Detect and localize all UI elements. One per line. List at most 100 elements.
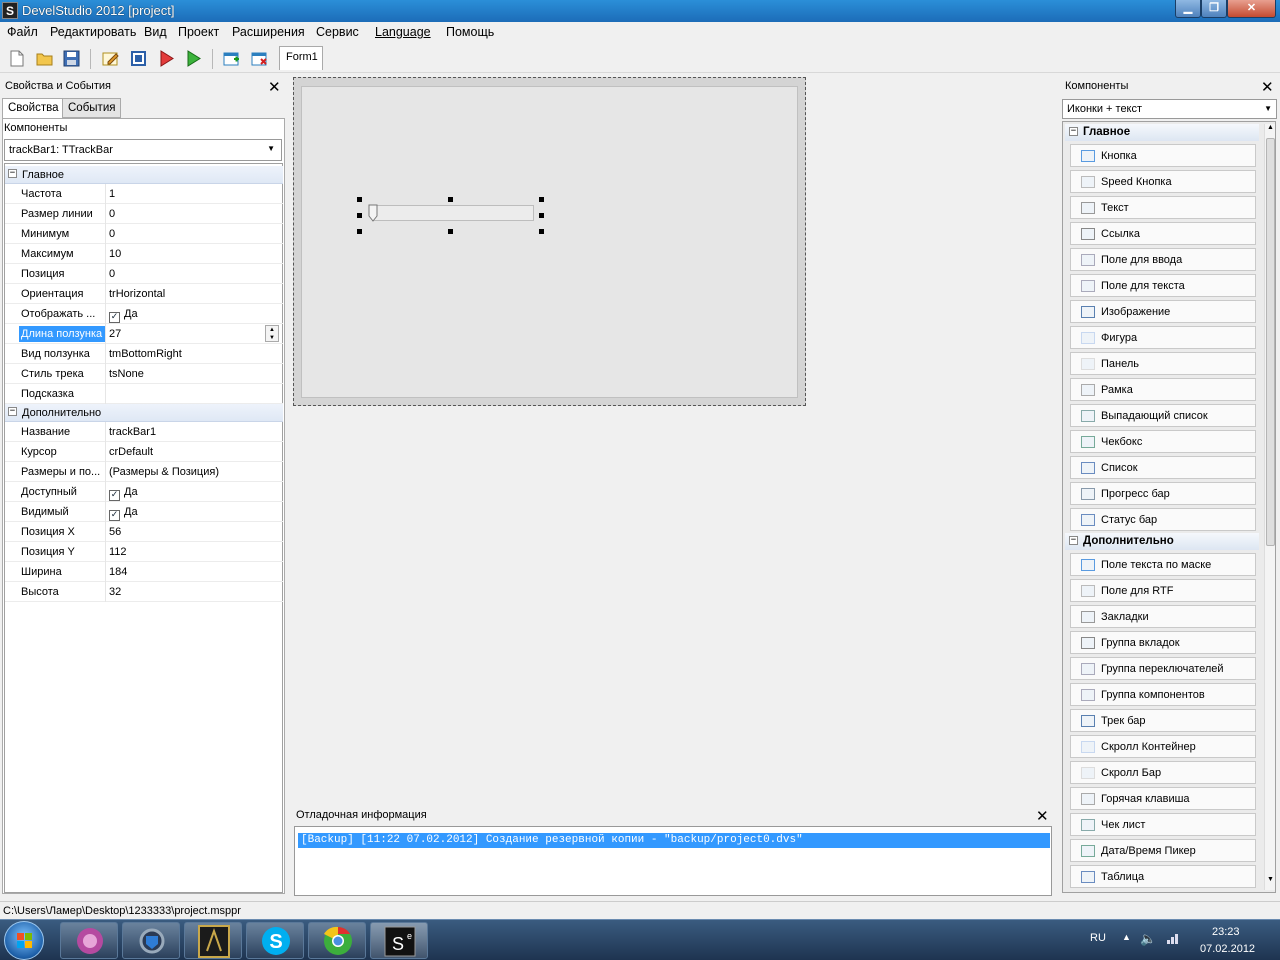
palette-item[interactable]: Скролл Бар: [1070, 761, 1256, 784]
palette-item[interactable]: Горячая клавиша: [1070, 787, 1256, 810]
open-folder-icon[interactable]: [36, 50, 53, 67]
palette-item[interactable]: Чек лист: [1070, 813, 1256, 836]
property-value[interactable]: crDefault: [109, 446, 153, 458]
property-row[interactable]: Стиль трека tsNone: [5, 364, 283, 384]
property-row[interactable]: Ориентация trHorizontal: [5, 284, 283, 304]
palette-item[interactable]: Таблица: [1070, 865, 1256, 888]
view-mode-select[interactable]: Иконки + текст ▼: [1062, 99, 1277, 119]
property-value[interactable]: 112: [109, 546, 127, 558]
property-row[interactable]: Отображать ... ✓ Да: [5, 304, 283, 324]
tray-expand-icon[interactable]: ▲: [1122, 932, 1131, 942]
language-indicator[interactable]: RU: [1090, 932, 1106, 944]
property-value[interactable]: (Размеры & Позиция): [109, 466, 219, 478]
stop-icon[interactable]: [130, 50, 147, 67]
taskbar-develstudio[interactable]: Se: [370, 922, 428, 959]
property-value[interactable]: 56: [109, 526, 121, 538]
palette-item[interactable]: Speed Кнопка: [1070, 170, 1256, 193]
run-debug-icon[interactable]: [158, 50, 175, 67]
property-row[interactable]: Размеры и по... (Размеры & Позиция): [5, 462, 283, 482]
menu-view[interactable]: Вид: [144, 25, 167, 39]
resize-handle[interactable]: [539, 229, 544, 234]
property-row[interactable]: Курсор crDefault: [5, 442, 283, 462]
palette-item[interactable]: Кнопка: [1070, 144, 1256, 167]
checkbox[interactable]: ✓: [109, 312, 120, 323]
property-row[interactable]: Вид ползунка tmBottomRight: [5, 344, 283, 364]
taskbar-app-game[interactable]: [184, 922, 242, 959]
palette-item[interactable]: Группа вкладок: [1070, 631, 1256, 654]
taskbar-app-security[interactable]: [122, 922, 180, 959]
property-value[interactable]: trackBar1: [109, 426, 156, 438]
menu-extensions[interactable]: Расширения: [232, 25, 305, 39]
taskbar-skype[interactable]: S: [246, 922, 304, 959]
property-row[interactable]: Позиция X 56: [5, 522, 283, 542]
debug-log-line[interactable]: [Backup] [11:22 07.02.2012] Создание рез…: [298, 833, 1050, 848]
maximize-button[interactable]: ❐: [1201, 0, 1227, 18]
palette-item[interactable]: Выпадающий список: [1070, 404, 1256, 427]
palette-item[interactable]: Рамка: [1070, 378, 1256, 401]
form-canvas[interactable]: [301, 86, 798, 398]
collapse-icon[interactable]: −: [1069, 536, 1078, 545]
resize-handle[interactable]: [448, 229, 453, 234]
delete-form-icon[interactable]: [251, 50, 268, 67]
close-icon[interactable]: ✕: [1261, 80, 1274, 95]
resize-handle[interactable]: [357, 197, 362, 202]
palette-item[interactable]: Скролл Контейнер: [1070, 735, 1256, 758]
trackbar-thumb[interactable]: [368, 204, 378, 222]
minimize-button[interactable]: ▁: [1175, 0, 1201, 18]
add-form-icon[interactable]: [223, 50, 240, 67]
property-value[interactable]: 10: [109, 248, 121, 260]
menu-project[interactable]: Проект: [178, 25, 219, 39]
collapse-icon[interactable]: −: [8, 407, 17, 416]
checkbox[interactable]: ✓: [109, 490, 120, 501]
palette-item[interactable]: Группа переключателей: [1070, 657, 1256, 680]
palette-item[interactable]: Список: [1070, 456, 1256, 479]
close-icon[interactable]: ✕: [1036, 809, 1049, 824]
palette-item[interactable]: Дата/Время Пикер: [1070, 839, 1256, 862]
property-value[interactable]: 0: [109, 268, 115, 280]
resize-handle[interactable]: [357, 213, 362, 218]
resize-handle[interactable]: [539, 197, 544, 202]
palette-item[interactable]: Трек бар: [1070, 709, 1256, 732]
edit-form-icon[interactable]: [102, 50, 119, 67]
property-value[interactable]: 32: [109, 586, 121, 598]
menu-service[interactable]: Сервис: [316, 25, 359, 39]
collapse-icon[interactable]: −: [8, 169, 17, 178]
property-value[interactable]: 0: [109, 228, 115, 240]
menu-language[interactable]: Language: [375, 25, 431, 39]
property-row[interactable]: Максимум 10: [5, 244, 283, 264]
palette-item[interactable]: Поле для RTF: [1070, 579, 1256, 602]
property-row[interactable]: Доступный ✓ Да: [5, 482, 283, 502]
taskbar-browser[interactable]: [308, 922, 366, 959]
property-group[interactable]: − Дополнительно: [5, 404, 283, 422]
clock-date[interactable]: 07.02.2012: [1200, 943, 1255, 955]
palette-item[interactable]: Ссылка: [1070, 222, 1256, 245]
palette-item[interactable]: Группа компонентов: [1070, 683, 1256, 706]
component-selector[interactable]: trackBar1: TTrackBar ▼: [4, 139, 282, 161]
close-icon[interactable]: ✕: [268, 80, 281, 95]
menu-help[interactable]: Помощь: [446, 25, 494, 39]
property-value[interactable]: ✓ Да: [109, 486, 138, 501]
property-row[interactable]: Частота 1: [5, 184, 283, 204]
trackbar-track[interactable]: [372, 205, 534, 221]
palette-group[interactable]: − Главное: [1065, 124, 1259, 141]
property-value[interactable]: 0: [109, 208, 115, 220]
scroll-up-icon[interactable]: ▲: [1266, 124, 1275, 136]
property-row[interactable]: Видимый ✓ Да: [5, 502, 283, 522]
property-row[interactable]: Подсказка: [5, 384, 283, 404]
spin-button[interactable]: ▲ ▼: [265, 325, 279, 342]
property-row[interactable]: Длина ползунка 27 ▲ ▼: [5, 324, 283, 344]
palette-item[interactable]: Изображение: [1070, 300, 1256, 323]
property-value[interactable]: 1: [109, 188, 115, 200]
palette-item[interactable]: Поле для текста: [1070, 274, 1256, 297]
property-value[interactable]: 27: [109, 328, 121, 340]
palette-item[interactable]: Прогресс бар: [1070, 482, 1256, 505]
palette-item[interactable]: Закладки: [1070, 605, 1256, 628]
property-value[interactable]: trHorizontal: [109, 288, 165, 300]
palette-item[interactable]: Фигура: [1070, 326, 1256, 349]
resize-handle[interactable]: [539, 213, 544, 218]
property-value[interactable]: tmBottomRight: [109, 348, 182, 360]
palette-group[interactable]: − Дополнительно: [1065, 533, 1259, 550]
volume-icon[interactable]: 🔈: [1140, 931, 1156, 947]
clock-time[interactable]: 23:23: [1212, 926, 1240, 938]
debug-log[interactable]: [Backup] [11:22 07.02.2012] Создание рез…: [294, 826, 1052, 896]
